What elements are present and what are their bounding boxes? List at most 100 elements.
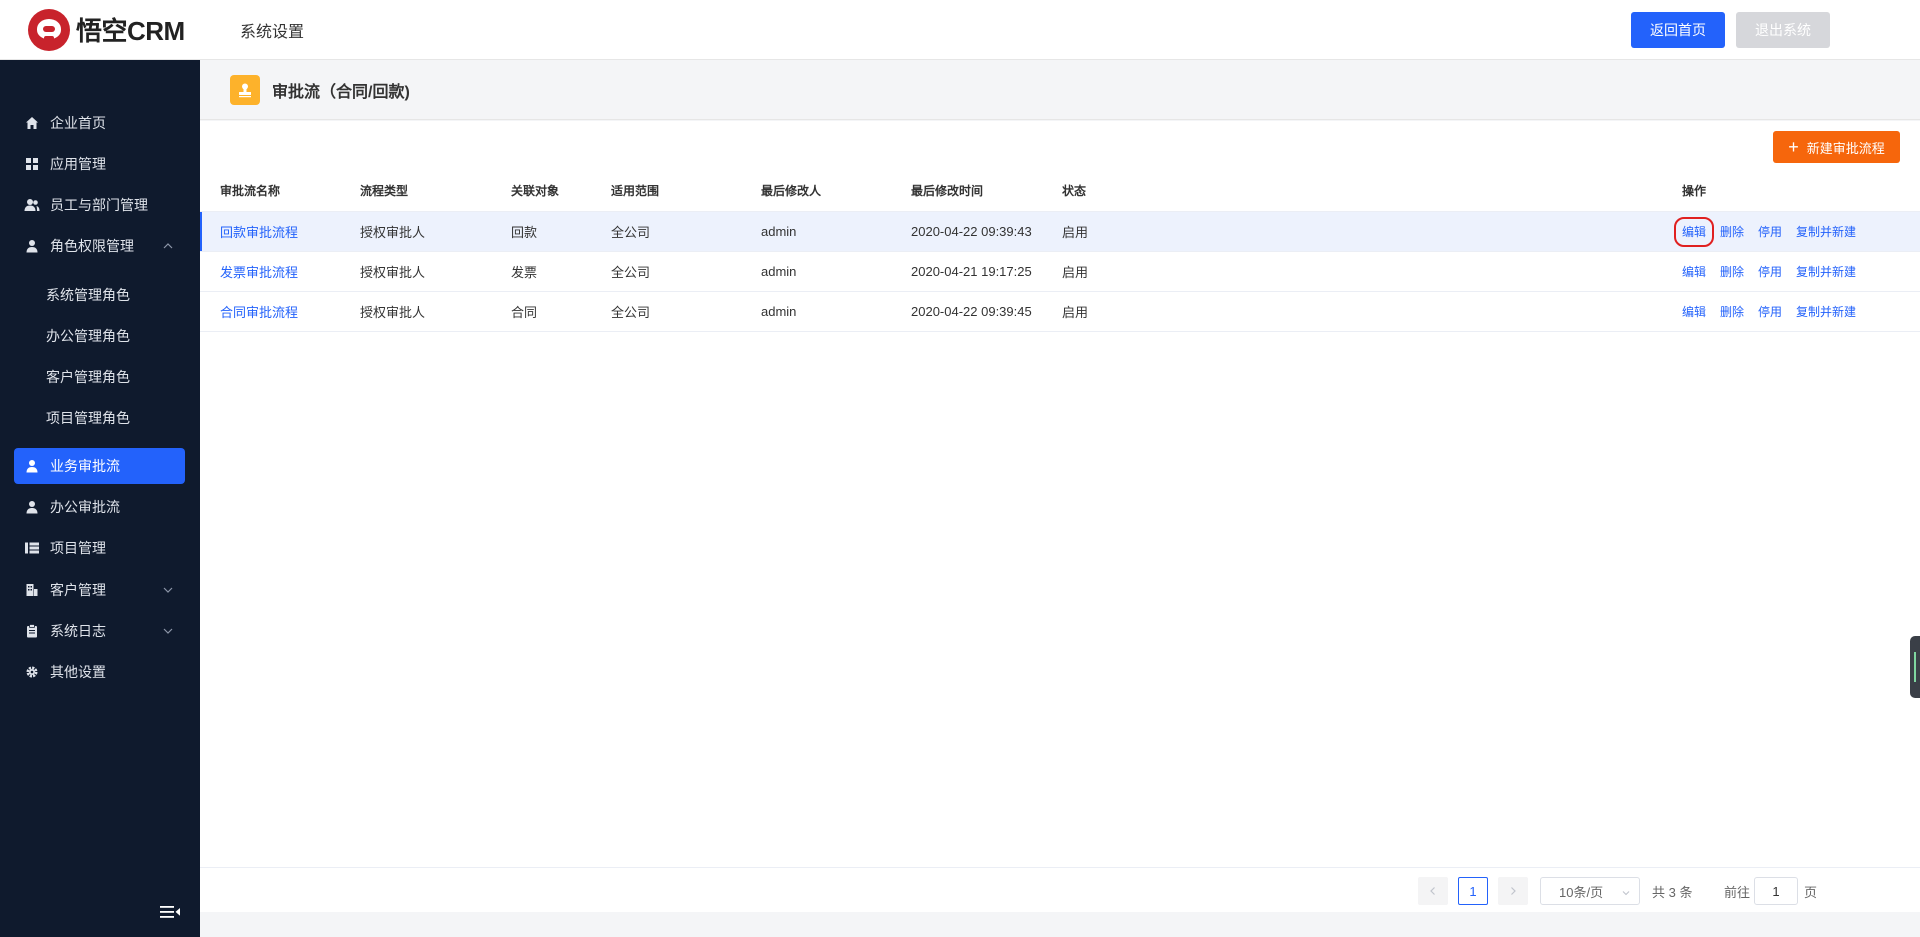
status-cell: 启用 bbox=[1042, 211, 1662, 252]
object-cell: 合同 bbox=[491, 291, 591, 332]
copy-new-button[interactable]: 复制并新建 bbox=[1796, 265, 1856, 279]
column-header: 关联对象 bbox=[491, 171, 591, 212]
sidebar-item-label: 项目管理 bbox=[50, 540, 106, 556]
prev-page-button[interactable] bbox=[1418, 877, 1448, 905]
column-header: 操作 bbox=[1662, 171, 1920, 212]
disable-button[interactable]: 停用 bbox=[1758, 305, 1782, 319]
actions-cell: 编辑 删除 停用 复制并新建 bbox=[1662, 251, 1920, 292]
approval-stamp-icon bbox=[230, 74, 260, 105]
page-header: 审批流（合同/回款) bbox=[200, 60, 1920, 120]
column-header: 状态 bbox=[1042, 171, 1662, 212]
page-unit-label: 页 bbox=[1804, 884, 1818, 900]
modifier-cell: admin bbox=[741, 211, 891, 252]
chevron-down-icon bbox=[161, 583, 175, 597]
column-header: 最后修改人 bbox=[741, 171, 891, 212]
scope-cell: 全公司 bbox=[591, 211, 741, 252]
copy-new-button[interactable]: 复制并新建 bbox=[1796, 305, 1856, 319]
exit-button[interactable]: 退出系统 bbox=[1736, 12, 1830, 48]
sidebar-item-label: 其他设置 bbox=[50, 664, 106, 680]
building-icon bbox=[24, 582, 40, 598]
plus-icon: + bbox=[1788, 137, 1799, 157]
chevron-right-icon bbox=[1511, 887, 1516, 895]
header-title: 系统设置 bbox=[240, 23, 305, 41]
sidebar-item-label: 应用管理 bbox=[50, 156, 106, 172]
sidebar-item-apps[interactable]: 应用管理 bbox=[14, 146, 185, 182]
sidebar-item-business-approval[interactable]: 业务审批流 bbox=[14, 448, 185, 484]
top-header: 悟空CRM 系统设置 返回首页 退出系统 bbox=[0, 0, 1920, 60]
gear-icon bbox=[24, 664, 40, 680]
new-approval-flow-label: 新建审批流程 bbox=[1806, 140, 1885, 156]
goto-label: 前往 bbox=[1724, 884, 1751, 900]
sidebar-item-label: 角色权限管理 bbox=[50, 238, 134, 254]
sidebar-item-label: 客户管理 bbox=[50, 582, 106, 598]
sidebar-item-customer[interactable]: 客户管理 bbox=[14, 572, 185, 608]
page-size-value: 10条/页 bbox=[1559, 884, 1604, 900]
side-panel-handle[interactable] bbox=[1910, 636, 1920, 698]
table-header-row: 审批流名称 流程类型 关联对象 适用范围 最后修改人 最后修改时间 状态 操作 bbox=[200, 171, 1920, 212]
edit-button[interactable]: 编辑 bbox=[1673, 216, 1715, 247]
sidebar-item-office-approval[interactable]: 办公审批流 bbox=[14, 489, 185, 525]
sidebar-subitem-office-role[interactable]: 办公管理角色 bbox=[46, 321, 130, 351]
approval-flow-table: 审批流名称 流程类型 关联对象 适用范围 最后修改人 最后修改时间 状态 操作 … bbox=[200, 171, 1920, 332]
copy-new-button[interactable]: 复制并新建 bbox=[1796, 225, 1856, 239]
collapse-sidebar-icon[interactable] bbox=[158, 902, 182, 922]
user-icon bbox=[24, 458, 40, 474]
sidebar-subitem-customer-role[interactable]: 客户管理角色 bbox=[46, 362, 130, 392]
sidebar-item-staff[interactable]: 员工与部门管理 bbox=[14, 187, 185, 223]
flow-name-link[interactable]: 回款审批流程 bbox=[200, 211, 340, 252]
sidebar-item-label: 系统日志 bbox=[50, 623, 106, 639]
logo[interactable]: 悟空CRM bbox=[0, 0, 200, 60]
table-row[interactable]: 回款审批流程 授权审批人 回款 全公司 admin 2020-04-22 09:… bbox=[200, 211, 1920, 252]
edit-button[interactable]: 编辑 bbox=[1682, 305, 1706, 319]
modified-time-cell: 2020-04-22 09:39:45 bbox=[891, 291, 1042, 332]
users-icon bbox=[24, 197, 40, 213]
sidebar-item-home[interactable]: 企业首页 bbox=[14, 105, 185, 141]
table-row[interactable]: 合同审批流程 授权审批人 合同 全公司 admin 2020-04-22 09:… bbox=[200, 291, 1920, 332]
delete-button[interactable]: 删除 bbox=[1720, 265, 1744, 279]
user-icon bbox=[24, 238, 40, 254]
disable-button[interactable]: 停用 bbox=[1758, 265, 1782, 279]
sidebar-item-label: 员工与部门管理 bbox=[50, 197, 148, 213]
scope-cell: 全公司 bbox=[591, 251, 741, 292]
modifier-cell: admin bbox=[741, 291, 891, 332]
logo-text: 悟空CRM bbox=[76, 16, 185, 46]
delete-button[interactable]: 删除 bbox=[1720, 225, 1744, 239]
total-count: 共 3 条 bbox=[1652, 884, 1693, 900]
sidebar-item-role-permissions[interactable]: 角色权限管理 bbox=[14, 228, 185, 264]
chevron-down-icon bbox=[1621, 886, 1631, 896]
chevron-left-icon bbox=[1430, 887, 1435, 895]
page-size-select[interactable]: 10条/页 bbox=[1540, 877, 1640, 905]
clipboard-icon bbox=[24, 623, 40, 639]
edit-button[interactable]: 编辑 bbox=[1682, 265, 1706, 279]
sidebar-item-other-settings[interactable]: 其他设置 bbox=[14, 654, 185, 690]
modifier-cell: admin bbox=[741, 251, 891, 292]
sidebar-item-label: 企业首页 bbox=[50, 115, 106, 131]
new-approval-flow-button[interactable]: + 新建审批流程 bbox=[1773, 131, 1900, 163]
next-page-button[interactable] bbox=[1498, 877, 1528, 905]
delete-button[interactable]: 删除 bbox=[1720, 305, 1744, 319]
sidebar-subitem-project-role[interactable]: 项目管理角色 bbox=[46, 403, 130, 433]
sidebar-item-project[interactable]: 项目管理 bbox=[14, 530, 185, 566]
status-cell: 启用 bbox=[1042, 251, 1662, 292]
actions-cell: 编辑 删除 停用 复制并新建 bbox=[1662, 291, 1920, 332]
scope-cell: 全公司 bbox=[591, 291, 741, 332]
flow-type-cell: 授权审批人 bbox=[340, 211, 491, 252]
modified-time-cell: 2020-04-21 19:17:25 bbox=[891, 251, 1042, 292]
disable-button[interactable]: 停用 bbox=[1758, 225, 1782, 239]
flow-name-link[interactable]: 发票审批流程 bbox=[200, 251, 340, 292]
object-cell: 回款 bbox=[491, 211, 591, 252]
table-row[interactable]: 发票审批流程 授权审批人 发票 全公司 admin 2020-04-21 19:… bbox=[200, 251, 1920, 292]
column-header: 适用范围 bbox=[591, 171, 741, 212]
header-actions: 返回首页 退出系统 bbox=[1631, 12, 1830, 48]
flow-name-link[interactable]: 合同审批流程 bbox=[200, 291, 340, 332]
page-number-button[interactable]: 1 bbox=[1458, 877, 1488, 905]
sidebar-item-system-log[interactable]: 系统日志 bbox=[14, 613, 185, 649]
modified-time-cell: 2020-04-22 09:39:43 bbox=[891, 211, 1042, 252]
sidebar-subitem-system-role[interactable]: 系统管理角色 bbox=[46, 280, 130, 310]
sidebar: 企业首页 应用管理 员工与部门管理 角色权限管理 系统管理角色 办公管理角色 客… bbox=[0, 60, 200, 937]
column-header: 流程类型 bbox=[340, 171, 491, 212]
user-icon bbox=[24, 499, 40, 515]
home-button[interactable]: 返回首页 bbox=[1631, 12, 1725, 48]
footer-strip bbox=[200, 912, 1920, 937]
goto-page-input[interactable]: 1 bbox=[1754, 877, 1798, 905]
